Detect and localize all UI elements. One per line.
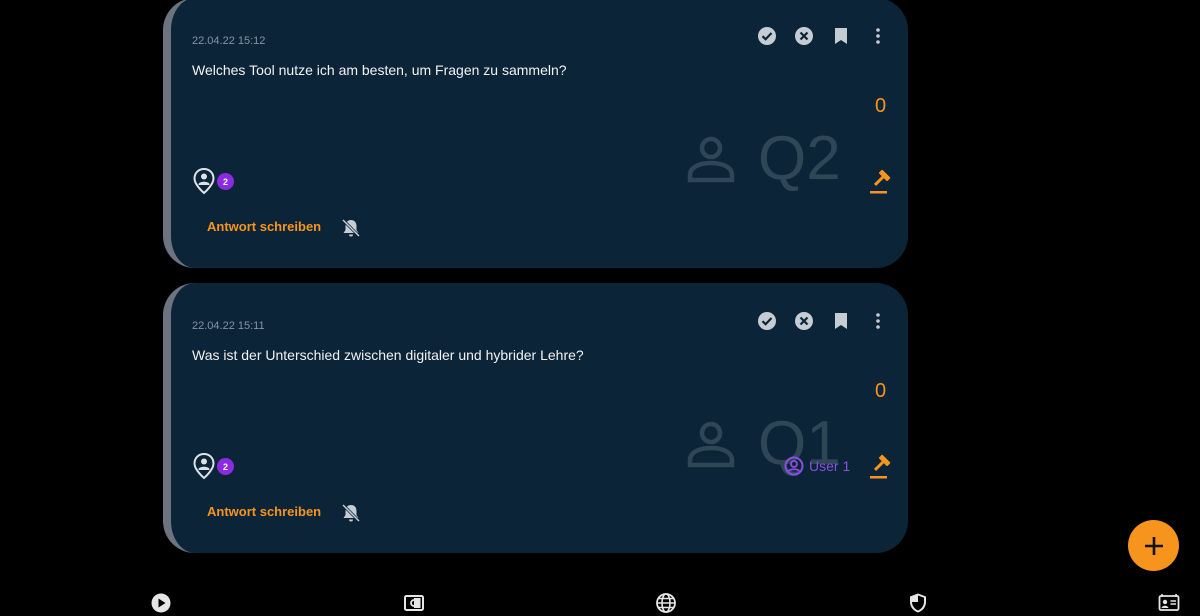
- count-badge: 2: [217, 173, 234, 190]
- location-person-icon[interactable]: [192, 452, 216, 480]
- question-card: 22.04.22 15:11 Was ist der Unterschied z…: [163, 283, 908, 553]
- contact-card-icon[interactable]: [1158, 592, 1180, 614]
- presentation-icon[interactable]: [403, 592, 425, 614]
- plus-icon: [1144, 536, 1163, 555]
- question-number: Q2: [758, 124, 841, 193]
- question-actions: [756, 25, 896, 47]
- bookmark-icon[interactable]: [830, 310, 852, 332]
- globe-icon[interactable]: [655, 592, 677, 614]
- gavel-icon[interactable]: [868, 169, 892, 195]
- question-card: 22.04.22 15:12 Welches Tool nutze ich am…: [163, 0, 908, 268]
- gavel-icon[interactable]: [868, 454, 892, 480]
- bottom-navigation: [0, 590, 1200, 616]
- question-text: Was ist der Unterschied zwischen digital…: [192, 347, 584, 363]
- add-question-button[interactable]: [1128, 520, 1179, 571]
- cancel-circle-icon[interactable]: [793, 25, 815, 47]
- question-number-watermark: Q2: [686, 124, 841, 194]
- shield-icon[interactable]: [907, 592, 929, 614]
- write-answer-button[interactable]: Antwort schreiben: [207, 504, 321, 519]
- check-circle-icon[interactable]: [756, 25, 778, 47]
- cancel-circle-icon[interactable]: [793, 310, 815, 332]
- person-icon: [687, 136, 735, 183]
- account-circle-icon: [784, 456, 804, 476]
- author-tag[interactable]: User 1: [784, 456, 850, 476]
- vote-score: 0: [875, 380, 887, 402]
- question-actions: [756, 310, 896, 332]
- play-circle-icon[interactable]: [150, 592, 172, 614]
- bell-off-icon[interactable]: [340, 502, 362, 524]
- write-answer-button[interactable]: Antwort schreiben: [207, 219, 321, 234]
- question-timestamp: 22.04.22 15:12: [192, 35, 266, 47]
- author-name: User 1: [809, 458, 851, 474]
- more-vertical-icon[interactable]: [867, 310, 889, 332]
- question-text: Welches Tool nutze ich am besten, um Fra…: [192, 62, 567, 78]
- question-list-page: 22.04.22 15:12 Welches Tool nutze ich am…: [0, 0, 1200, 616]
- check-circle-icon[interactable]: [756, 310, 778, 332]
- location-person-icon[interactable]: [192, 167, 216, 195]
- count-badge: 2: [217, 458, 234, 475]
- more-vertical-icon[interactable]: [867, 25, 889, 47]
- bookmark-icon[interactable]: [830, 25, 852, 47]
- person-icon: [687, 421, 735, 468]
- bell-off-icon[interactable]: [340, 217, 362, 239]
- vote-score: 0: [875, 95, 887, 117]
- question-timestamp: 22.04.22 15:11: [192, 320, 265, 332]
